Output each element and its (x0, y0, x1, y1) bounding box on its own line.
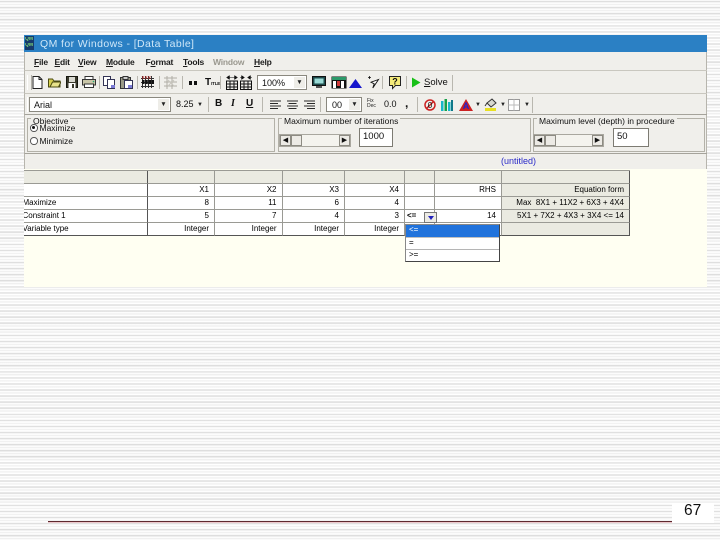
svg-text:0: 0 (428, 101, 433, 110)
svg-text:A: A (463, 101, 470, 111)
svg-text:?: ? (392, 77, 398, 87)
